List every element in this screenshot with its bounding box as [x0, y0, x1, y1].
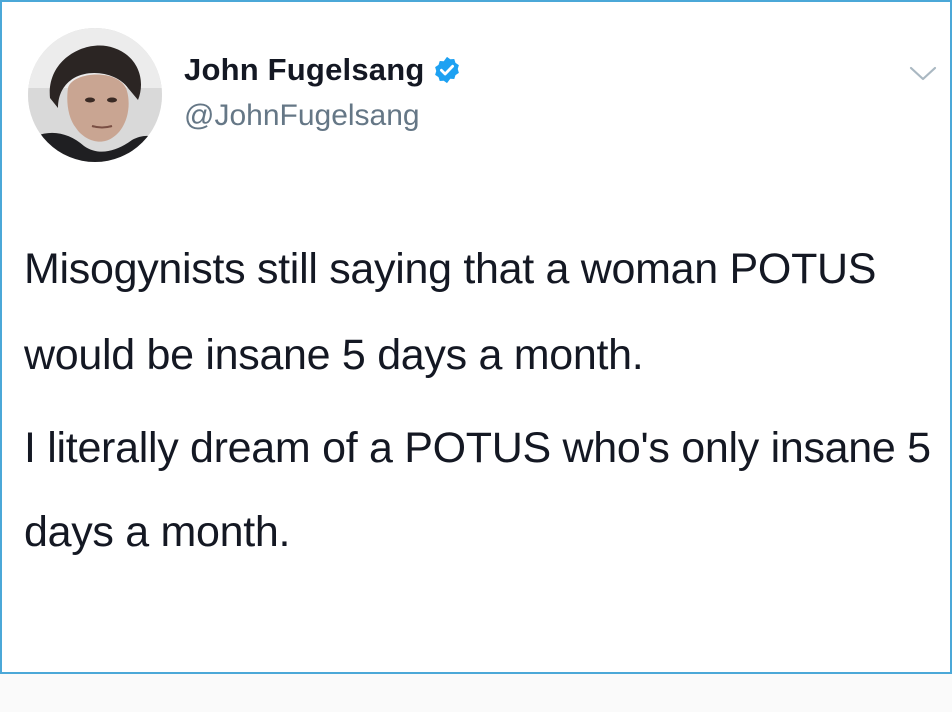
bottom-margin — [0, 674, 952, 712]
verified-badge-icon — [432, 55, 462, 85]
author-display-name[interactable]: John Fugelsang — [184, 52, 424, 88]
avatar[interactable] — [28, 28, 162, 162]
author-name-row[interactable]: John Fugelsang — [184, 52, 462, 88]
tweet-paragraph: I literally dream of a POTUS who's only … — [24, 424, 931, 556]
author-handle[interactable]: @JohnFugelsang — [184, 99, 420, 133]
profile-photo-icon — [28, 28, 162, 162]
tweet-paragraph: Misogynists still saying that a woman PO… — [24, 245, 877, 379]
tweet-text: Misogynists still saying that a woman PO… — [24, 226, 934, 574]
tweet-card: John Fugelsang @JohnFugelsang Misogynist… — [0, 0, 952, 674]
chevron-down-icon[interactable] — [908, 64, 938, 84]
